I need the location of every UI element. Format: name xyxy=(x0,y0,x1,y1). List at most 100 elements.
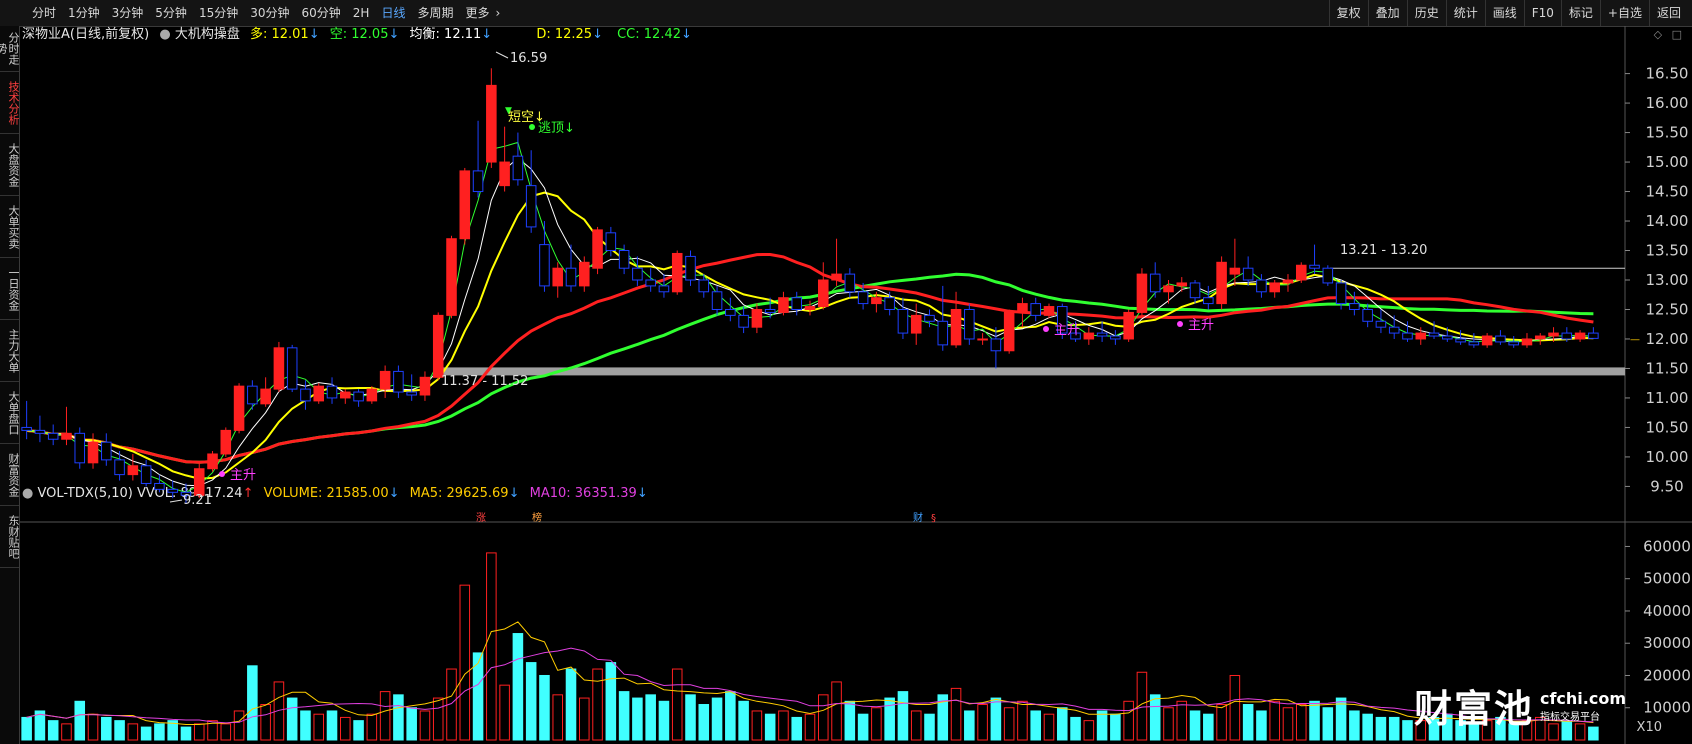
candle-body xyxy=(857,291,869,305)
volume-bar xyxy=(950,687,962,741)
candle-body xyxy=(1176,282,1188,287)
zhusheng-dot xyxy=(1043,326,1049,332)
candle-body xyxy=(446,238,457,316)
volume-bar xyxy=(300,710,311,741)
candle-body xyxy=(552,267,564,287)
candle-body xyxy=(1017,303,1028,313)
candle-body xyxy=(778,297,789,313)
volume-bar xyxy=(1402,720,1413,741)
volume-bar xyxy=(1030,710,1041,741)
candle-body xyxy=(340,391,351,399)
volume-bar xyxy=(326,710,338,741)
candle-body xyxy=(74,432,86,464)
candle-body xyxy=(1322,267,1334,284)
candle-body xyxy=(193,468,205,496)
volume-bar xyxy=(260,704,271,741)
candle-body xyxy=(1375,320,1387,328)
volume-bar xyxy=(247,665,258,741)
volume-bar xyxy=(711,697,723,741)
kline-chart[interactable]: 16.50 16.00 15.50 15.00 14.50 14.00 13.50 13.00… xyxy=(0,0,1692,744)
volume-bar xyxy=(632,697,643,741)
candle-body xyxy=(565,267,577,287)
support-gap-band xyxy=(440,367,1625,376)
volume-bar xyxy=(778,710,789,741)
candle-body xyxy=(353,391,364,402)
price-tick-label: 15.00 xyxy=(1646,153,1689,171)
candle-body xyxy=(1030,303,1041,316)
volume-bar xyxy=(565,668,577,741)
marker-s: § xyxy=(931,513,936,524)
price-tick-label: 16.00 xyxy=(1646,94,1689,112)
candle-body xyxy=(61,432,72,440)
candle-body xyxy=(592,229,603,269)
volume-bar xyxy=(87,713,99,741)
volume-bar xyxy=(552,694,564,741)
volume-bar xyxy=(379,691,391,741)
volume-bar xyxy=(618,691,630,741)
candle-body xyxy=(897,308,909,334)
candle-body xyxy=(393,370,404,393)
volume-bar xyxy=(154,723,165,741)
candle-body xyxy=(698,279,710,293)
candle-body xyxy=(1415,332,1427,340)
volume-bar xyxy=(406,707,417,741)
candle-body xyxy=(990,338,1002,352)
volume-bar xyxy=(140,726,152,741)
volume-bar xyxy=(1375,716,1387,741)
volume-bar xyxy=(220,723,232,741)
price-tick-label: 10.00 xyxy=(1646,448,1689,466)
volume-bar xyxy=(525,662,537,741)
candle-body xyxy=(1216,261,1227,305)
volume-bar xyxy=(844,700,856,741)
volume-bar xyxy=(1295,704,1307,741)
volume-bar xyxy=(1149,694,1161,741)
volume-bar xyxy=(1216,704,1227,741)
volume-bar xyxy=(964,710,975,741)
volume-bar xyxy=(671,668,683,741)
watermark-logo: 财富池 cfchi.com 指标交易平台 xyxy=(1414,678,1626,733)
candle-body xyxy=(1481,335,1493,346)
zhusheng-signal: 主升 xyxy=(230,468,256,483)
volume-bar xyxy=(127,723,139,741)
candle-body xyxy=(1521,338,1533,346)
volume-bar xyxy=(1070,716,1081,741)
candle-body xyxy=(1003,311,1015,352)
volume-bar xyxy=(924,713,935,741)
price-tick-label: 13.00 xyxy=(1646,271,1689,289)
candle-body xyxy=(685,255,696,281)
candle-body xyxy=(1588,332,1599,339)
volume-bar xyxy=(47,720,59,741)
volume-bar xyxy=(366,713,378,741)
candle-body xyxy=(286,347,298,390)
candle-body xyxy=(1149,273,1161,293)
volume-bar xyxy=(605,662,617,741)
volume-bar xyxy=(353,720,364,741)
zoom-x10[interactable]: X10 xyxy=(1637,720,1662,735)
candle-body xyxy=(1189,282,1201,299)
candle-body xyxy=(1468,341,1480,346)
candle-body xyxy=(419,376,431,396)
candle-body xyxy=(140,465,152,484)
volume-tick-label: 30000 xyxy=(1643,634,1691,652)
volume-bar xyxy=(751,710,763,741)
candle-body xyxy=(459,170,471,240)
volume-bar xyxy=(114,720,125,741)
volume-tick-label: 60000 xyxy=(1643,537,1691,555)
candle-body xyxy=(1282,279,1294,284)
candle-body xyxy=(910,314,922,334)
volume-bar xyxy=(1056,707,1068,741)
volume-bar xyxy=(1083,720,1095,741)
price-tick-label: 15.50 xyxy=(1646,124,1689,142)
candle-body xyxy=(127,465,139,476)
volume-bar xyxy=(1017,700,1028,741)
volume-bar xyxy=(313,713,325,741)
candle-body xyxy=(950,308,962,346)
candle-body xyxy=(1136,273,1148,313)
logo-text: 财富池 xyxy=(1413,686,1534,731)
candle-body xyxy=(366,388,378,402)
candle-body xyxy=(87,441,99,464)
volume-bar xyxy=(831,681,842,741)
price-tick-label: 11.50 xyxy=(1646,359,1689,377)
candle-body xyxy=(764,308,776,313)
candle-body xyxy=(871,297,882,305)
